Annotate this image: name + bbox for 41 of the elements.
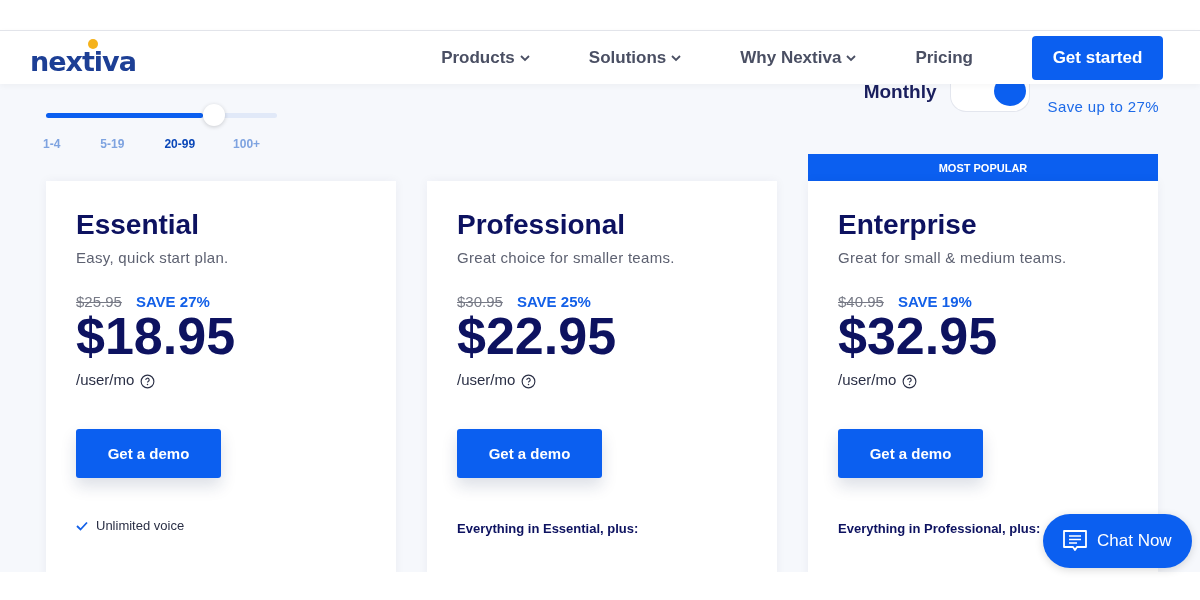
- plan-name: Enterprise: [838, 209, 978, 241]
- plan-tagline: Great choice for smaller teams.: [457, 249, 676, 266]
- feature-item: Unlimited voice: [96, 518, 185, 533]
- plan-price: $32.95: [838, 310, 999, 362]
- nav-link[interactable]: Why Nextiva: [740, 47, 858, 68]
- plan-name: Essential: [76, 209, 200, 241]
- get-demo-button[interactable]: Get a demo: [838, 429, 983, 478]
- users-option[interactable]: 20-99: [164, 134, 196, 154]
- plan-price: $22.95: [457, 310, 618, 362]
- plan-name: Professional: [457, 209, 627, 241]
- monthly-label: Monthly: [863, 84, 937, 103]
- help-icon[interactable]: [902, 374, 918, 389]
- savings-note: Save up to 27%: [1047, 98, 1159, 115]
- plan-tagline: Great for small & medium teams.: [838, 249, 1068, 266]
- get-started-button[interactable]: Get started: [1032, 35, 1163, 80]
- price-unit: /user/mo: [457, 371, 516, 388]
- features-heading: Everything in Professional, plus:: [838, 521, 1041, 536]
- features-heading: Everything in Essential, plus:: [457, 521, 639, 536]
- nav-link[interactable]: Solutions: [588, 47, 683, 68]
- help-icon[interactable]: [521, 374, 537, 389]
- old-price: $25.95: [76, 293, 122, 310]
- logo[interactable]: nextiva: [30, 38, 136, 77]
- savings-label: SAVE 19%: [897, 293, 972, 310]
- old-price: $40.95: [838, 293, 884, 310]
- chat-now-button[interactable]: Chat Now: [1043, 514, 1192, 568]
- get-demo-button[interactable]: Get a demo: [457, 429, 602, 478]
- plan-tagline: Easy, quick start plan.: [76, 249, 230, 266]
- most-popular-banner: MOST POPULAR: [808, 154, 1158, 181]
- plan-price: $18.95: [76, 310, 237, 362]
- savings-label: SAVE 25%: [516, 293, 591, 310]
- help-icon[interactable]: [140, 374, 156, 389]
- price-unit: /user/mo: [838, 371, 897, 388]
- check-icon: [76, 520, 88, 531]
- price-unit: /user/mo: [76, 371, 135, 388]
- nav-link[interactable]: Products: [441, 47, 531, 68]
- slider-thumb[interactable]: [203, 104, 226, 126]
- get-demo-button[interactable]: Get a demo: [76, 429, 221, 478]
- nav-link[interactable]: Pricing: [915, 47, 973, 68]
- billing-toggle[interactable]: [950, 84, 1031, 112]
- savings-label: SAVE 27%: [135, 293, 210, 310]
- old-price: $30.95: [457, 293, 503, 310]
